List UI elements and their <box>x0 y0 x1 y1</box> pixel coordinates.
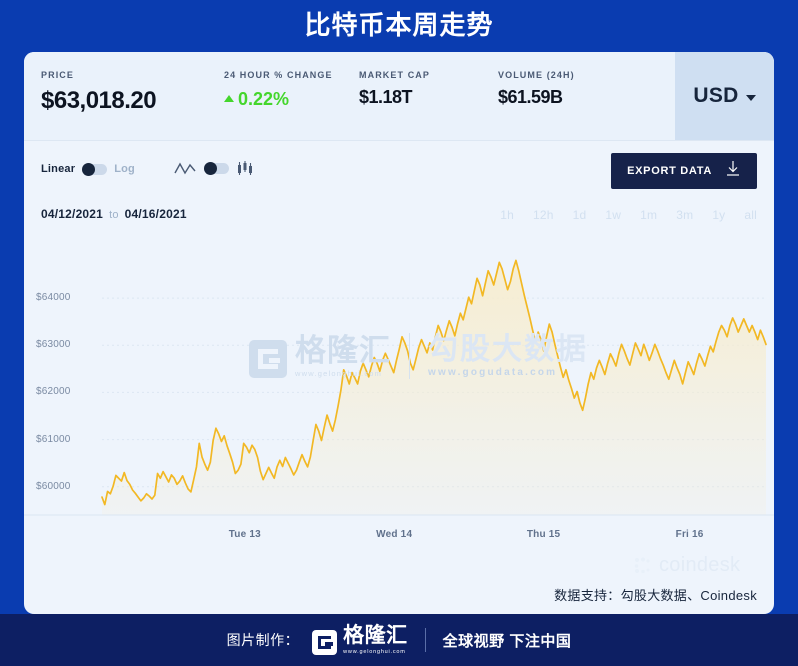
currency-selector[interactable]: USD <box>675 52 774 140</box>
y-axis-tick: $61000 <box>36 433 71 445</box>
period-1w[interactable]: 1w <box>605 208 621 222</box>
footer-logo-url: www.gelonghui.com <box>343 649 406 655</box>
candlestick-chart-icon[interactable] <box>237 161 253 176</box>
price-chart[interactable]: $64000 $63000 $62000 $61000 $60000 Tue 13 Wed… <box>24 237 774 577</box>
period-1d[interactable]: 1d <box>573 208 587 222</box>
stat-market-cap-label: MARKET CAP <box>359 70 430 80</box>
export-data-label: EXPORT DATA <box>627 165 712 177</box>
y-axis-tick: $63000 <box>36 339 71 351</box>
y-axis-tick: $62000 <box>36 386 71 398</box>
footer-logo: 格隆汇 www.gelonghui.com <box>312 625 408 655</box>
triangle-up-icon <box>224 95 234 102</box>
y-axis-tick: $64000 <box>36 292 71 304</box>
period-1y[interactable]: 1y <box>712 208 725 222</box>
stat-volume: VOLUME (24H) $61.59B <box>498 70 575 108</box>
header-band: 比特币本周走势 <box>0 0 798 52</box>
scale-log-label[interactable]: Log <box>114 163 135 175</box>
chart-toolbar: Linear Log EXPORT DATA <box>24 141 774 199</box>
stat-market-cap-value: $1.18T <box>359 87 413 107</box>
gelonghui-logo-icon-footer <box>312 630 338 655</box>
stat-change-value: 0.22% <box>238 89 290 109</box>
chart-type-switch-knob <box>204 162 217 175</box>
stat-price-value: $63,018.20 <box>41 87 157 114</box>
stat-volume-value: $61.59B <box>498 87 563 107</box>
export-data-button[interactable]: EXPORT DATA <box>611 153 757 189</box>
download-icon <box>725 160 741 182</box>
screenshot-root: 比特币本周走势 PRICE $63,018.20 24 HOUR % CHANG… <box>0 0 798 666</box>
stat-price: PRICE $63,018.20 <box>41 70 157 115</box>
stat-price-label: PRICE <box>41 70 75 80</box>
period-selector: 1h 12h 1d 1w 1m 3m 1y all <box>500 208 757 222</box>
period-3m[interactable]: 3m <box>676 208 693 222</box>
scale-toggle[interactable]: Linear Log <box>41 162 135 176</box>
period-1h[interactable]: 1h <box>500 208 514 222</box>
stat-change-label: 24 HOUR % CHANGE <box>224 70 333 80</box>
x-axis-tick: Tue 13 <box>228 529 261 540</box>
scale-linear-label[interactable]: Linear <box>41 163 75 175</box>
period-1m[interactable]: 1m <box>640 208 657 222</box>
line-chart-icon[interactable] <box>174 162 196 175</box>
y-axis-tick: $60000 <box>36 480 71 492</box>
footer-made-by: 图片制作： <box>226 632 300 648</box>
footer-bar: 图片制作： 格隆汇 www.gelonghui.com 全球视野 下注中国 <box>0 614 798 666</box>
scale-switch[interactable] <box>82 162 108 176</box>
date-range-end[interactable]: 04/16/2021 <box>125 207 187 221</box>
page-title: 比特币本周走势 <box>304 10 494 40</box>
date-row: 04/12/2021 to 04/16/2021 1h 12h 1d 1w 1m… <box>24 199 774 237</box>
period-12h[interactable]: 12h <box>533 208 554 222</box>
stat-volume-label: VOLUME (24H) <box>498 70 575 80</box>
chart-card: PRICE $63,018.20 24 HOUR % CHANGE 0.22% … <box>24 52 774 614</box>
chevron-down-icon <box>745 95 756 101</box>
footer-divider <box>424 628 426 652</box>
stats-row: PRICE $63,018.20 24 HOUR % CHANGE 0.22% … <box>24 52 774 141</box>
footer-slogan: 全球视野 下注中国 <box>442 632 572 650</box>
footer-logo-cn: 格隆汇 <box>343 624 408 647</box>
data-attribution: 数据支持：勾股大数据、Coindesk <box>554 588 757 603</box>
stat-market-cap: MARKET CAP $1.18T <box>359 70 430 108</box>
date-range-separator: to <box>109 209 119 221</box>
x-axis-tick: Thu 15 <box>526 529 561 540</box>
price-chart-svg[interactable] <box>24 237 774 577</box>
stat-change-value-wrap: 0.22% <box>224 89 333 110</box>
date-range-start[interactable]: 04/12/2021 <box>41 207 103 221</box>
chart-type-switch[interactable] <box>204 162 229 175</box>
currency-label: USD <box>693 84 739 107</box>
date-range[interactable]: 04/12/2021 to 04/16/2021 <box>41 207 187 221</box>
x-axis-tick: Wed 14 <box>376 529 413 540</box>
stat-change: 24 HOUR % CHANGE 0.22% <box>224 70 333 110</box>
chart-type-toggle[interactable] <box>174 161 253 176</box>
x-axis-tick: Fri 16 <box>675 529 704 540</box>
period-all[interactable]: all <box>744 208 757 222</box>
scale-switch-knob <box>82 162 96 176</box>
